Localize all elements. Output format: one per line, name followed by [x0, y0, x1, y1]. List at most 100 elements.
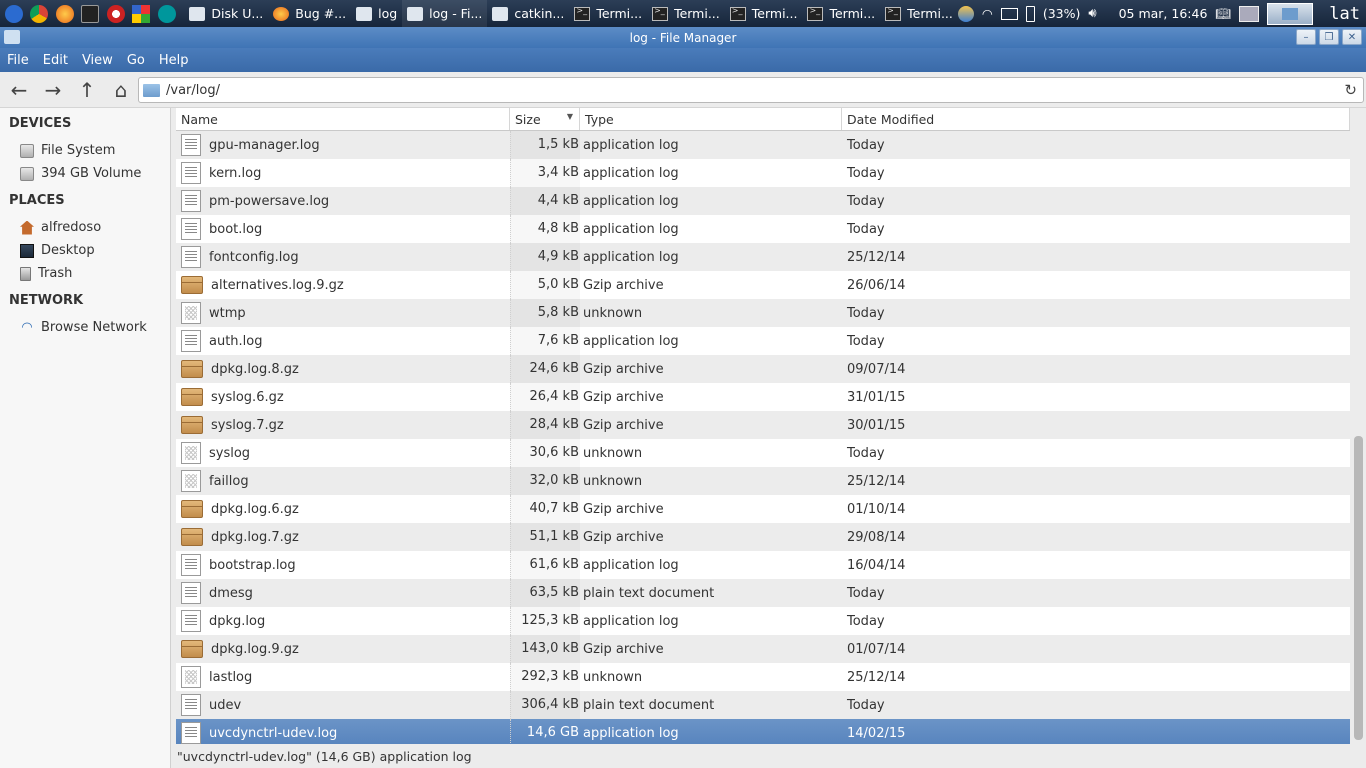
- menu-go[interactable]: Go: [120, 53, 152, 68]
- file-name-cell: auth.log: [176, 330, 510, 352]
- file-row[interactable]: dpkg.log.9.gz 143,0 kB Gzip archive 01/07/1…: [176, 635, 1350, 663]
- text-file-icon: [181, 582, 201, 604]
- screen-icon[interactable]: [1239, 5, 1260, 22]
- file-row[interactable]: syslog.6.gz 26,4 kB Gzip archive 31/01/15: [176, 383, 1350, 411]
- arduino-launcher[interactable]: [155, 2, 178, 26]
- taskbar-item[interactable]: Bug #...: [268, 0, 351, 27]
- forward-button[interactable]: →: [38, 75, 68, 105]
- binary-file-icon: [181, 470, 201, 492]
- keyboard-layout[interactable]: lat: [1329, 4, 1360, 24]
- show-desktop-button[interactable]: [1267, 2, 1314, 25]
- taskbar-item[interactable]: Disk U...: [184, 0, 268, 27]
- disk-icon: [189, 6, 206, 21]
- menu-help[interactable]: Help: [152, 53, 196, 68]
- file-row[interactable]: boot.log 4,8 kB application log Today: [176, 215, 1350, 243]
- file-name-cell: udev: [176, 694, 510, 716]
- file-row[interactable]: dpkg.log.6.gz 40,7 kB Gzip archive 01/10/14: [176, 495, 1350, 523]
- vertical-scrollbar[interactable]: [1351, 108, 1366, 744]
- sidebar-item-trash[interactable]: Trash: [0, 262, 170, 285]
- weather-icon[interactable]: [957, 5, 974, 22]
- location-path[interactable]: /var/log/: [166, 83, 220, 98]
- file-row[interactable]: gpu-manager.log 1,5 kB application log Toda…: [176, 131, 1350, 159]
- file-size: 292,3 kB: [510, 663, 580, 691]
- file-row[interactable]: alternatives.log.9.gz 5,0 kB Gzip archive 2…: [176, 271, 1350, 299]
- battery-icon[interactable]: [1025, 5, 1035, 22]
- taskbar-item[interactable]: log - Fi...: [402, 0, 488, 27]
- column-header-name[interactable]: Name: [176, 108, 510, 130]
- home-button[interactable]: ⌂: [106, 75, 136, 105]
- taskbar-item[interactable]: Termi...: [880, 0, 958, 27]
- book-icon[interactable]: 📖︎: [1215, 6, 1231, 22]
- file-name: syslog: [209, 445, 251, 461]
- close-button[interactable]: ✕: [1342, 29, 1362, 45]
- column-header-size[interactable]: Size ▼: [510, 108, 580, 130]
- terminal-launcher[interactable]: [78, 2, 101, 26]
- file-size: 143,0 kB: [510, 635, 580, 663]
- file-size: 30,6 kB: [510, 439, 580, 467]
- sidebar-places-title: PLACES: [9, 193, 65, 208]
- taskbar-item[interactable]: catkin...: [487, 0, 569, 27]
- column-headers: Name Size ▼ Type Date Modified: [176, 108, 1350, 131]
- back-button[interactable]: ←: [4, 75, 34, 105]
- window-titlebar[interactable]: log - File Manager – ❒ ✕: [0, 27, 1366, 48]
- firefox-launcher[interactable]: [53, 2, 76, 26]
- firefox-icon: [55, 4, 74, 23]
- volume-icon[interactable]: 🔊︎: [1088, 6, 1096, 21]
- menu-launcher[interactable]: [2, 2, 25, 26]
- clock[interactable]: 05 mar, 16:46: [1119, 6, 1208, 21]
- file-name-cell: gpu-manager.log: [176, 134, 510, 156]
- arrow-left-icon: ←: [10, 77, 28, 102]
- file-row[interactable]: bootstrap.log 61,6 kB application log 16/04…: [176, 551, 1350, 579]
- file-type: application log: [583, 165, 679, 181]
- file-row[interactable]: kern.log 3,4 kB application log Today: [176, 159, 1350, 187]
- sidebar-item-browse-network[interactable]: ◠ Browse Network: [0, 316, 170, 339]
- terminal-icon: [574, 6, 591, 21]
- scrollbar-thumb[interactable]: [1354, 436, 1363, 740]
- taskbar-item[interactable]: Termi...: [725, 0, 803, 27]
- file-row[interactable]: syslog.7.gz 28,4 kB Gzip archive 30/01/15: [176, 411, 1350, 439]
- minimize-button[interactable]: –: [1296, 29, 1316, 45]
- file-row[interactable]: faillog 32,0 kB unknown 25/12/14: [176, 467, 1350, 495]
- taskbar-item[interactable]: Termi...: [569, 0, 647, 27]
- chrome-launcher[interactable]: [27, 2, 50, 26]
- taskbar-item[interactable]: log: [351, 0, 402, 27]
- file-type: unknown: [583, 305, 643, 321]
- taskbar-item[interactable]: Termi...: [647, 0, 725, 27]
- mail-icon[interactable]: [1000, 7, 1018, 20]
- file-row[interactable]: dpkg.log 125,3 kB application log Today: [176, 607, 1350, 635]
- file-row[interactable]: fontconfig.log 4,9 kB application log 25/12…: [176, 243, 1350, 271]
- folder-icon[interactable]: [4, 30, 20, 44]
- file-type: Gzip archive: [583, 389, 664, 405]
- file-row[interactable]: pm-powersave.log 4,4 kB application log Tod…: [176, 187, 1350, 215]
- file-row[interactable]: dpkg.log.8.gz 24,6 kB Gzip archive 09/07/14: [176, 355, 1350, 383]
- file-row[interactable]: dmesg 63,5 kB plain text document Today: [176, 579, 1350, 607]
- menu-edit[interactable]: Edit: [36, 53, 75, 68]
- column-header-date[interactable]: Date Modified: [842, 108, 1350, 130]
- file-row[interactable]: auth.log 7,6 kB application log Today: [176, 327, 1350, 355]
- file-row[interactable]: uvcdynctrl-udev.log 14,6 GB application lo…: [176, 719, 1350, 744]
- taskbar-item[interactable]: Termi...: [802, 0, 880, 27]
- menu-view[interactable]: View: [75, 53, 120, 68]
- file-row[interactable]: lastlog 292,3 kB unknown 25/12/14: [176, 663, 1350, 691]
- wifi-icon[interactable]: ◠: [982, 6, 993, 21]
- file-row[interactable]: wtmp 5,8 kB unknown Today: [176, 299, 1350, 327]
- file-row[interactable]: syslog 30,6 kB unknown Today: [176, 439, 1350, 467]
- sidebar-item-home[interactable]: alfredoso: [0, 216, 170, 239]
- file-row[interactable]: dpkg.log.7.gz 51,1 kB Gzip archive 29/08/14: [176, 523, 1350, 551]
- column-header-type[interactable]: Type: [580, 108, 842, 130]
- terminal-icon: [807, 6, 824, 21]
- file-type: application log: [583, 333, 679, 349]
- reload-icon[interactable]: ↻: [1344, 81, 1357, 99]
- sidebar-item-desktop[interactable]: Desktop: [0, 239, 170, 262]
- location-bar[interactable]: /var/log/ ↻: [138, 77, 1364, 103]
- menu-file[interactable]: File: [0, 53, 36, 68]
- sidebar-item-file-system[interactable]: File System: [0, 139, 170, 162]
- app-launcher[interactable]: [129, 2, 152, 26]
- maximize-button[interactable]: ❒: [1319, 29, 1339, 45]
- up-button[interactable]: ↑: [72, 75, 102, 105]
- file-row[interactable]: udev 306,4 kB plain text document Today: [176, 691, 1350, 719]
- arduino-icon: [157, 4, 176, 23]
- file-date: Today: [847, 305, 885, 321]
- settings-launcher[interactable]: [104, 2, 127, 26]
- sidebar-item-volume[interactable]: 394 GB Volume: [0, 162, 170, 185]
